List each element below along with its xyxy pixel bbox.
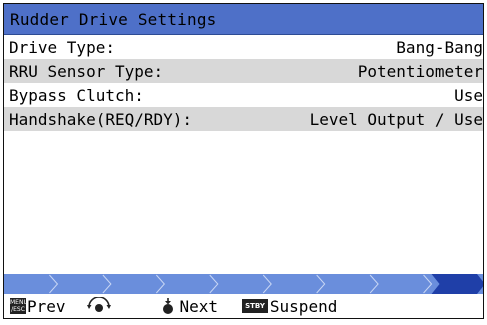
footer-key-guide: MENU/ESC Prev Next STBY Suspend: [4, 294, 483, 318]
setting-row-drive-type[interactable]: Drive Type: Bang-Bang: [4, 35, 483, 59]
setting-row-handshake[interactable]: Handshake(REQ/RDY): Level Output / Use: [4, 107, 483, 131]
page-title: Rudder Drive Settings: [10, 9, 217, 29]
rotary-knob-icon[interactable]: [86, 297, 112, 315]
settings-screen: Rudder Drive Settings Drive Type: Bang-B…: [3, 3, 484, 319]
progress-chevron-divider: [316, 274, 326, 294]
setting-value: Bang-Bang: [396, 37, 483, 57]
progress-chevron-divider: [262, 274, 272, 294]
settings-list: Drive Type: Bang-Bang RRU Sensor Type: P…: [4, 35, 483, 131]
setting-label: Handshake(REQ/RDY):: [9, 109, 193, 129]
setting-label: Drive Type:: [9, 37, 115, 57]
title-bar: Rudder Drive Settings: [4, 4, 483, 35]
setting-value: Potentiometer: [357, 61, 483, 81]
setting-label: Bypass Clutch:: [9, 85, 144, 105]
progress-segment-active: [431, 274, 483, 294]
progress-chevron-divider: [155, 274, 166, 294]
menu-esc-key-icon: MENU/ESC: [10, 298, 28, 314]
prev-key[interactable]: MENU/ESC Prev: [4, 297, 66, 316]
setting-value: Level Output / Use: [309, 109, 483, 129]
prev-label: Prev: [27, 296, 66, 316]
menu-badge-top-text: MENU: [10, 299, 28, 306]
suspend-key[interactable]: STBY Suspend: [242, 297, 337, 316]
setting-row-rru-sensor-type[interactable]: RRU Sensor Type: Potentiometer: [4, 59, 483, 83]
wizard-progress-bar: [4, 274, 483, 294]
progress-chevron-divider: [369, 274, 379, 294]
progress-chevron-divider: [423, 274, 433, 294]
push-knob-icon[interactable]: [160, 297, 176, 315]
next-label: Next: [179, 296, 219, 316]
progress-chevron-divider: [209, 274, 219, 294]
next-key[interactable]: Next: [180, 297, 219, 316]
progress-chevron-divider: [102, 274, 112, 294]
suspend-label: Suspend: [269, 296, 338, 316]
setting-value: Use: [454, 85, 483, 105]
menu-badge-bottom-text: /ESC: [11, 306, 25, 313]
progress-chevrons: [49, 274, 483, 294]
setting-label: RRU Sensor Type:: [9, 61, 164, 81]
stby-key-icon: STBY: [242, 299, 268, 313]
progress-chevron-divider: [49, 274, 59, 294]
setting-row-bypass-clutch[interactable]: Bypass Clutch: Use: [4, 83, 483, 107]
